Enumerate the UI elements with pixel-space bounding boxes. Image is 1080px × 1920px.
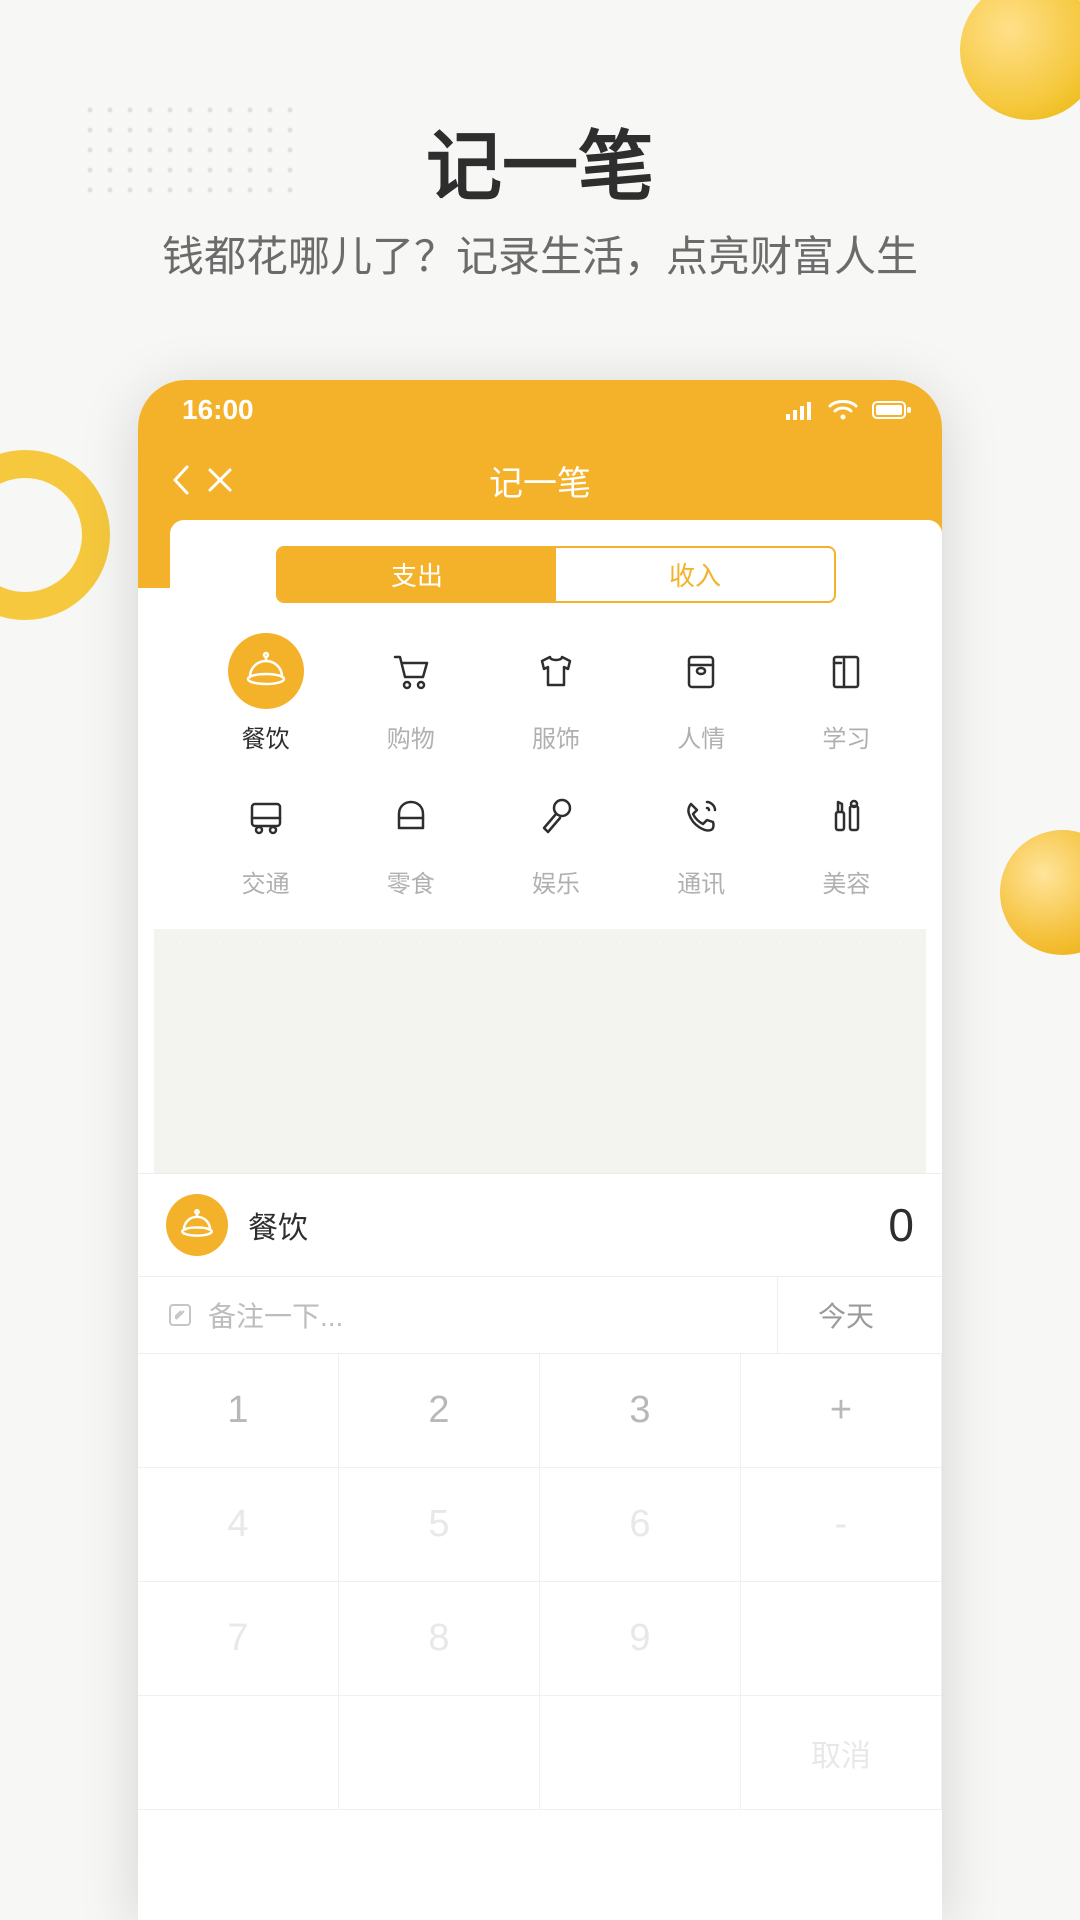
decorative-circle-top (960, 0, 1080, 120)
key-4[interactable]: 4 (138, 1468, 339, 1582)
shirt-icon (518, 633, 594, 709)
battery-icon (872, 400, 912, 420)
tab-income[interactable]: 收入 (556, 548, 834, 601)
date-button[interactable]: 今天 (777, 1277, 914, 1353)
category-relations[interactable]: 人情 (634, 633, 769, 754)
category-label: 购物 (387, 719, 435, 754)
dish-icon (166, 1194, 228, 1256)
key-2[interactable]: 2 (339, 1354, 540, 1468)
edit-icon (166, 1301, 194, 1329)
amount-category: 餐饮 (248, 1203, 888, 1247)
key-minus[interactable]: - (741, 1468, 942, 1582)
category-shopping[interactable]: 购物 (343, 633, 478, 754)
key-7[interactable]: 7 (138, 1582, 339, 1696)
signal-icon (786, 400, 814, 420)
key-cancel[interactable]: 取消 (741, 1696, 942, 1810)
dish-icon (228, 633, 304, 709)
note-input[interactable]: 备注一下... (208, 1295, 777, 1335)
amount-row: 餐饮 0 (138, 1173, 942, 1276)
snack-icon (373, 778, 449, 854)
blank-area (154, 943, 926, 1173)
key-plus[interactable]: + (741, 1354, 942, 1468)
keypad: 1 2 3 + 4 5 6 - 7 8 9 取消 (138, 1354, 942, 1810)
note-row: 备注一下... 今天 (138, 1276, 942, 1354)
close-button[interactable] (198, 458, 242, 502)
status-bar: 16:00 (138, 380, 942, 440)
decorative-ring-left (0, 450, 110, 620)
beauty-icon (808, 778, 884, 854)
nav-bar: 记一笔 (138, 440, 942, 520)
tab-expense[interactable]: 支出 (278, 548, 556, 601)
decorative-circle-right (1000, 830, 1080, 955)
category-label: 零食 (387, 864, 435, 899)
category-label: 餐饮 (242, 719, 290, 754)
category-label: 人情 (677, 719, 725, 754)
key-blank-3[interactable] (339, 1696, 540, 1810)
page-title: 记一笔 (0, 105, 1080, 215)
wifi-icon (828, 399, 858, 421)
key-8[interactable]: 8 (339, 1582, 540, 1696)
key-5[interactable]: 5 (339, 1468, 540, 1582)
back-button[interactable] (162, 456, 198, 504)
category-clothing[interactable]: 服饰 (488, 633, 623, 754)
nav-title: 记一笔 (138, 456, 942, 505)
key-9[interactable]: 9 (540, 1582, 741, 1696)
category-label: 学习 (822, 719, 870, 754)
category-snacks[interactable]: 零食 (343, 778, 478, 899)
category-grid: 餐饮 购物 服饰 人情 (198, 633, 914, 929)
key-blank-2[interactable] (138, 1696, 339, 1810)
cart-icon (373, 633, 449, 709)
mic-icon (518, 778, 594, 854)
key-blank-4[interactable] (540, 1696, 741, 1810)
category-label: 服饰 (532, 719, 580, 754)
category-beauty[interactable]: 美容 (779, 778, 914, 899)
expense-income-segment: 支出 收入 (276, 546, 836, 603)
category-label: 交通 (242, 864, 290, 899)
key-1[interactable]: 1 (138, 1354, 339, 1468)
key-6[interactable]: 6 (540, 1468, 741, 1582)
category-entertainment[interactable]: 娱乐 (488, 778, 623, 899)
bus-icon (228, 778, 304, 854)
page-subtitle: 钱都花哪儿了？记录生活，点亮财富人生 (0, 223, 1080, 284)
category-card: 支出 收入 餐饮 购物 服饰 (170, 520, 942, 929)
key-3[interactable]: 3 (540, 1354, 741, 1468)
category-study[interactable]: 学习 (779, 633, 914, 754)
phone-mockup: 16:00 记一笔 支出 收入 (138, 380, 942, 1920)
gift-icon (663, 633, 739, 709)
category-dining[interactable]: 餐饮 (198, 633, 333, 754)
category-label: 通讯 (677, 864, 725, 899)
phone-icon (663, 778, 739, 854)
key-blank-1[interactable] (741, 1582, 942, 1696)
receipt-edge (154, 929, 926, 943)
amount-value: 0 (888, 1198, 914, 1252)
book-icon (808, 633, 884, 709)
category-label: 美容 (822, 864, 870, 899)
status-time: 16:00 (182, 394, 786, 426)
category-transport[interactable]: 交通 (198, 778, 333, 899)
category-label: 娱乐 (532, 864, 580, 899)
category-communication[interactable]: 通讯 (634, 778, 769, 899)
